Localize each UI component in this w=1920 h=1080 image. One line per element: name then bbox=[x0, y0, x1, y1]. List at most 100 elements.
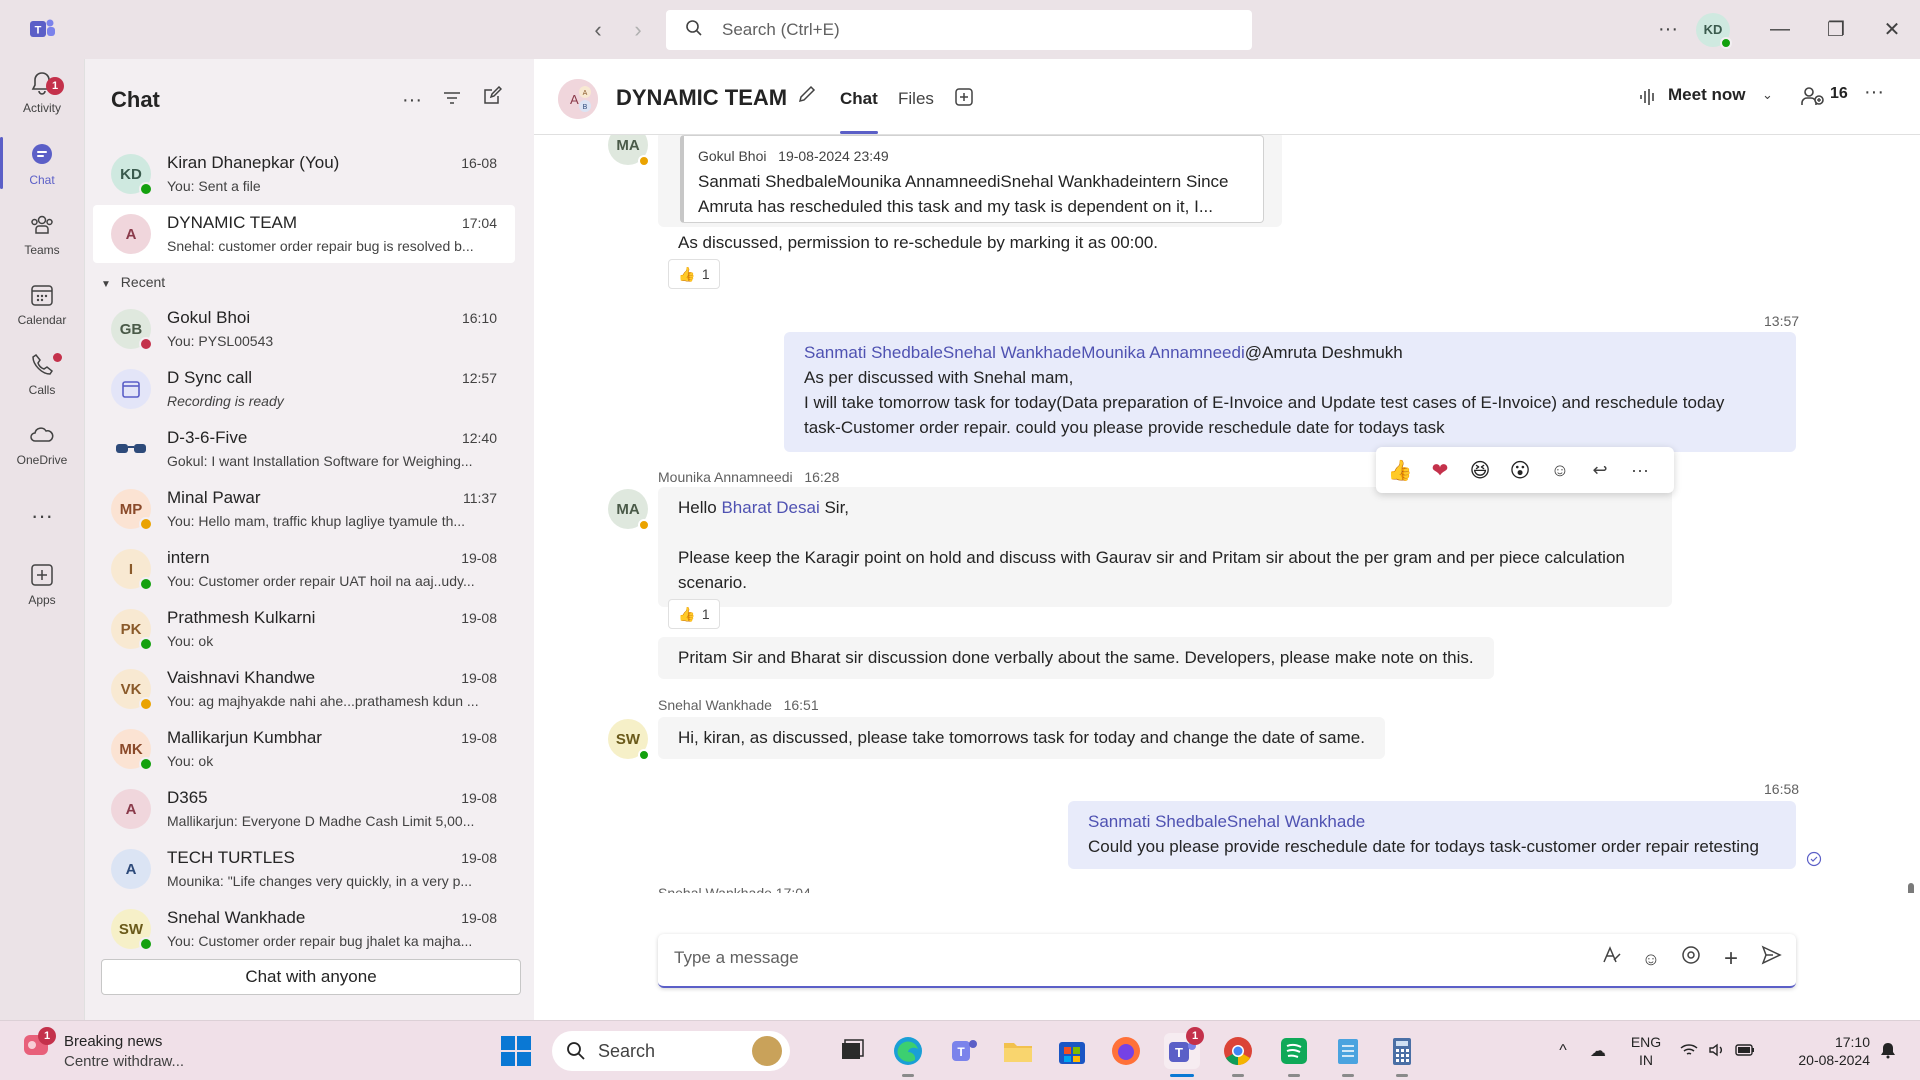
firefox-icon[interactable] bbox=[1108, 1033, 1144, 1069]
chat-list-item[interactable]: A DYNAMIC TEAM 17:04 Snehal: customer order… bbox=[93, 205, 515, 263]
rail-more-icon[interactable]: ··· bbox=[0, 503, 84, 529]
laugh-icon[interactable]: 😆 bbox=[1464, 458, 1496, 483]
chat-list-item[interactable]: A D365 19-08 Mallikarjun: Everyone D Madhe … bbox=[93, 780, 515, 838]
notepad-icon[interactable] bbox=[1330, 1033, 1366, 1069]
chrome-icon[interactable] bbox=[1220, 1033, 1256, 1069]
chat-list-item[interactable]: D-3-6-Five 12:40 Gokul: I want Installatio… bbox=[93, 420, 515, 478]
chevron-up-icon[interactable]: ^ bbox=[1548, 1042, 1578, 1060]
chevron-down-icon[interactable]: ⌄ bbox=[1762, 87, 1773, 103]
edge-icon[interactable] bbox=[890, 1033, 926, 1069]
rail-chat[interactable]: Chat bbox=[0, 141, 84, 187]
back-arrow-icon[interactable]: ‹ bbox=[584, 16, 612, 44]
windows-start-icon[interactable] bbox=[500, 1035, 532, 1072]
chat-list-item[interactable]: SW Snehal Wankhade 19-08 You: Customer orde… bbox=[93, 900, 515, 958]
add-reaction-icon[interactable]: ☺ bbox=[1544, 460, 1576, 481]
mention-link[interactable]: Sanmati ShedbaleSnehal Wankhade bbox=[1088, 809, 1776, 834]
message-bubble-own[interactable]: Sanmati ShedbaleSnehal Wankhade Could yo… bbox=[1068, 801, 1796, 869]
add-tab-icon[interactable] bbox=[954, 87, 974, 112]
message-bubble-own[interactable]: Sanmati ShedbaleSnehal WankhadeMounika A… bbox=[784, 332, 1796, 452]
participants-icon[interactable] bbox=[1800, 85, 1826, 112]
calculator-icon[interactable] bbox=[1384, 1033, 1420, 1069]
chat-list-item[interactable]: KD Kiran Dhanepkar (You) 16-08 You: Sent a … bbox=[93, 145, 515, 203]
chat-list-item[interactable]: VK Vaishnavi Khandwe 19-08 You: ag majhyakd… bbox=[93, 660, 515, 718]
scrollbar[interactable] bbox=[1908, 883, 1914, 893]
rail-label: Calendar bbox=[17, 313, 67, 327]
taskbar-search[interactable]: Search bbox=[552, 1031, 790, 1071]
news-widget[interactable]: 1 Breaking news Centre withdraw... bbox=[22, 1027, 184, 1070]
chat-name: Snehal Wankhade bbox=[167, 908, 306, 927]
minimize-icon[interactable]: — bbox=[1752, 18, 1808, 41]
chat-list-item[interactable]: MP Minal Pawar 11:37 You: Hello mam, traffi… bbox=[93, 480, 515, 538]
rail-calls[interactable]: Calls bbox=[0, 351, 84, 397]
tab-files[interactable]: Files bbox=[898, 89, 934, 109]
more-options-icon[interactable]: ··· bbox=[1640, 18, 1696, 41]
meet-now-button[interactable]: Meet now bbox=[1668, 85, 1745, 105]
format-icon[interactable] bbox=[1596, 944, 1626, 974]
close-icon[interactable]: ✕ bbox=[1864, 17, 1920, 42]
surprised-icon[interactable]: 😮 bbox=[1504, 458, 1536, 483]
quoted-message[interactable]: Gokul Bhoi 19-08-2024 23:49 Sanmati Shed… bbox=[680, 135, 1264, 223]
chat-list-item[interactable]: Iintern 19-08 You: Customer order repair U… bbox=[93, 540, 515, 598]
attach-plus-icon[interactable]: + bbox=[1716, 944, 1746, 974]
rail-calendar[interactable]: Calendar bbox=[0, 281, 84, 327]
chat-list-item[interactable]: PK Prathmesh Kulkarni 19-08 You: ok bbox=[93, 600, 515, 658]
edit-name-icon[interactable] bbox=[796, 83, 818, 110]
more-options-icon[interactable]: ··· bbox=[1864, 81, 1884, 104]
recent-section-header[interactable]: ▼ Recent bbox=[101, 274, 165, 290]
rail-activity[interactable]: 1 Activity bbox=[0, 69, 84, 115]
group-avatar[interactable]: A A B bbox=[558, 79, 598, 119]
more-options-icon[interactable]: ··· bbox=[1624, 460, 1656, 481]
new-chat-icon[interactable] bbox=[477, 85, 507, 115]
reply-icon[interactable]: ↩ bbox=[1584, 460, 1616, 481]
language-indicator[interactable]: ENG IN bbox=[1618, 1033, 1674, 1069]
chat-list-item[interactable]: A TECH TURTLES 19-08 Mounika: "Life changes… bbox=[93, 840, 515, 898]
compose-box[interactable]: ☺ + bbox=[658, 934, 1796, 988]
message-input[interactable] bbox=[674, 948, 1524, 968]
battery-icon[interactable] bbox=[1730, 1043, 1760, 1059]
store-icon[interactable] bbox=[1054, 1033, 1090, 1069]
search-bar[interactable] bbox=[666, 10, 1252, 50]
sender-avatar[interactable]: MA bbox=[608, 489, 650, 531]
reaction-like[interactable]: 👍 1 bbox=[668, 599, 720, 629]
clock-time: 17:10 bbox=[1834, 1034, 1870, 1050]
teams-logo-icon[interactable]: T bbox=[28, 17, 56, 41]
file-explorer-icon[interactable] bbox=[1000, 1033, 1036, 1069]
loop-icon[interactable] bbox=[1676, 944, 1706, 974]
task-view-icon[interactable] bbox=[834, 1033, 870, 1069]
sender-avatar[interactable]: MA bbox=[608, 135, 650, 167]
wifi-icon[interactable] bbox=[1674, 1043, 1704, 1060]
teams-personal-icon[interactable]: T bbox=[946, 1033, 982, 1069]
thumbs-up-icon[interactable]: 👍 bbox=[1384, 458, 1416, 483]
volume-icon[interactable] bbox=[1704, 1043, 1730, 1060]
chat-list-item[interactable]: MK Mallikarjun Kumbhar 19-08 You: ok bbox=[93, 720, 515, 778]
spreadsheet-app-icon[interactable] bbox=[1276, 1033, 1312, 1069]
chat-with-anyone-button[interactable]: Chat with anyone bbox=[101, 959, 521, 995]
clock[interactable]: 17:10 20-08-2024 bbox=[1760, 1033, 1870, 1069]
heart-icon[interactable]: ❤ bbox=[1424, 458, 1456, 483]
message-bubble[interactable]: Hi, kiran, as discussed, please take tom… bbox=[658, 717, 1385, 759]
user-avatar[interactable]: KD bbox=[1696, 12, 1732, 49]
chat-list-item[interactable]: D Sync call 12:57 Recording is ready bbox=[93, 360, 515, 418]
restore-icon[interactable]: ❐ bbox=[1808, 17, 1864, 42]
reaction-like[interactable]: 👍 1 bbox=[668, 259, 720, 289]
rail-apps[interactable]: Apps bbox=[0, 561, 84, 607]
sender-avatar[interactable]: SW bbox=[608, 719, 650, 761]
network-off-icon[interactable]: ☁ bbox=[1578, 1041, 1618, 1061]
tab-chat[interactable]: Chat bbox=[840, 89, 878, 109]
chat-time: 19-08 bbox=[461, 670, 497, 686]
send-icon[interactable] bbox=[1756, 944, 1786, 974]
notification-bell-icon[interactable] bbox=[1870, 1041, 1906, 1062]
more-options-icon[interactable]: ··· bbox=[397, 85, 427, 115]
message-bubble[interactable]: Hello Bharat Desai Sir, Please keep the … bbox=[658, 487, 1672, 607]
mention-link[interactable]: Bharat Desai bbox=[721, 498, 819, 517]
message-text: Hello bbox=[678, 498, 722, 517]
rail-onedrive[interactable]: OneDrive bbox=[0, 421, 84, 467]
search-input[interactable] bbox=[722, 20, 1222, 40]
message-bubble[interactable]: Pritam Sir and Bharat sir discussion don… bbox=[658, 637, 1494, 679]
filter-icon[interactable] bbox=[437, 85, 467, 115]
rail-teams[interactable]: Teams bbox=[0, 211, 84, 257]
mention-link[interactable]: Sanmati ShedbaleSnehal WankhadeMounika A… bbox=[804, 343, 1245, 362]
chat-list-item[interactable]: GB Gokul Bhoi 16:10 You: PYSL00543 bbox=[93, 300, 515, 358]
emoji-icon[interactable]: ☺ bbox=[1636, 944, 1666, 974]
forward-arrow-icon[interactable]: › bbox=[624, 16, 652, 44]
